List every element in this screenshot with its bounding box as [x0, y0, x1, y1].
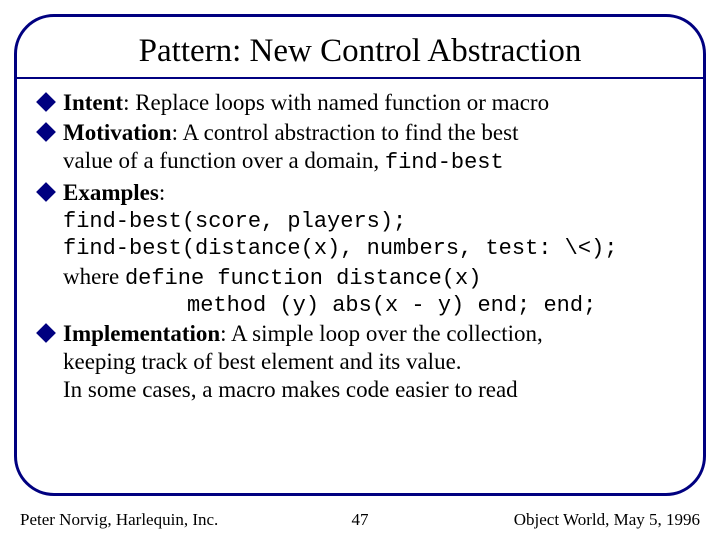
- title-rule: [17, 77, 703, 79]
- bullet-motivation: Motivation: A control abstraction to fin…: [39, 119, 681, 177]
- slide-body: Intent: Replace loops with named functio…: [39, 89, 681, 403]
- where-code: define function distance(x): [125, 266, 481, 291]
- diamond-bullet-icon: [36, 182, 56, 202]
- slide-title: Pattern: New Control Abstraction: [39, 33, 681, 69]
- examples-label: Examples: [63, 180, 159, 205]
- bullet-implementation: Implementation: A simple loop over the c…: [39, 320, 681, 404]
- intent-text: : Replace loops with named function or m…: [123, 90, 549, 115]
- where-line-2: method (y) abs(x - y) end; end;: [39, 293, 681, 320]
- diamond-bullet-icon: [36, 92, 56, 112]
- footer-right: Object World, May 5, 1996: [514, 510, 700, 530]
- motivation-text-a: : A control abstraction to find the best: [172, 120, 519, 145]
- motivation-code: find-best: [385, 150, 504, 175]
- slide: Pattern: New Control Abstraction Intent:…: [0, 0, 720, 540]
- slide-frame: Pattern: New Control Abstraction Intent:…: [14, 14, 706, 496]
- implementation-text-b: keeping track of best element and its va…: [63, 349, 462, 374]
- bullet-intent: Intent: Replace loops with named functio…: [39, 89, 681, 117]
- footer: Peter Norvig, Harlequin, Inc. 47 Object …: [20, 510, 700, 530]
- examples-colon: :: [159, 180, 165, 205]
- diamond-bullet-icon: [36, 122, 56, 142]
- motivation-label: Motivation: [63, 120, 172, 145]
- footer-left: Peter Norvig, Harlequin, Inc.: [20, 510, 218, 530]
- where-line: where define function distance(x): [39, 263, 681, 293]
- motivation-text-b: value of a function over a domain,: [63, 148, 385, 173]
- implementation-label: Implementation: [63, 321, 220, 346]
- implementation-text-c: In some cases, a macro makes code easier…: [63, 377, 518, 402]
- where-word: where: [63, 264, 125, 289]
- example-line-1: find-best(score, players);: [39, 209, 681, 236]
- diamond-bullet-icon: [36, 323, 56, 343]
- implementation-text-a: : A simple loop over the collection,: [220, 321, 543, 346]
- example-line-2: find-best(distance(x), numbers, test: \<…: [39, 236, 681, 263]
- intent-label: Intent: [63, 90, 123, 115]
- bullet-examples: Examples:: [39, 179, 681, 207]
